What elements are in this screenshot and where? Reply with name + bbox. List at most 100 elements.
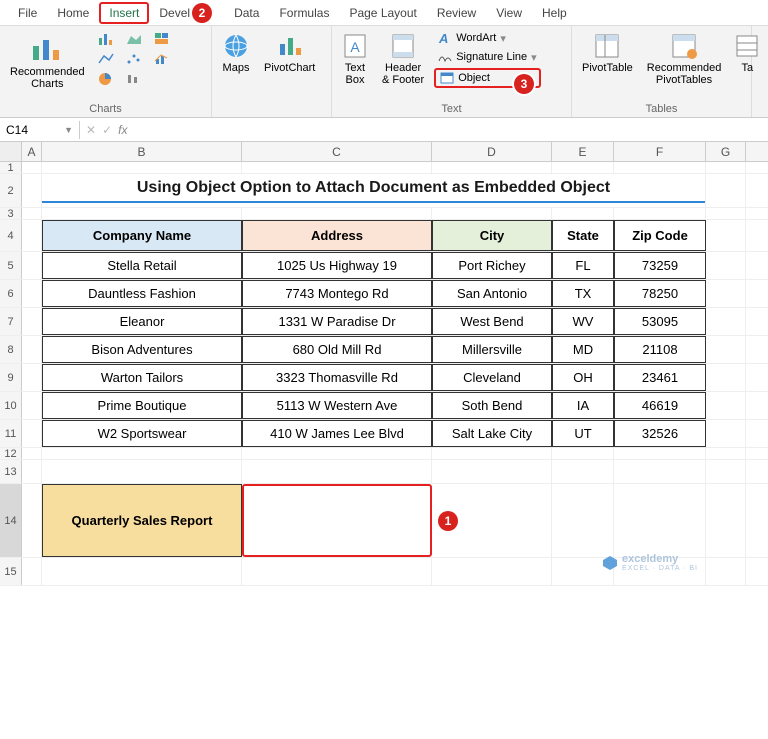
table-cell[interactable]: 680 Old Mill Rd <box>242 336 432 363</box>
row-header[interactable]: 2 <box>0 174 22 207</box>
row-header[interactable]: 3 <box>0 208 22 219</box>
table-cell[interactable]: 5113 W Western Ave <box>242 392 432 419</box>
th-address[interactable]: Address <box>242 220 432 251</box>
tab-help[interactable]: Help <box>532 2 577 24</box>
chart-pie-icon[interactable] <box>95 70 117 88</box>
col-F[interactable]: F <box>614 142 706 161</box>
row-header[interactable]: 10 <box>0 392 22 419</box>
tab-developer[interactable]: Developer <box>149 2 224 24</box>
table-cell[interactable]: Eleanor <box>42 308 242 335</box>
maps-button[interactable]: Maps <box>218 30 254 76</box>
table-cell[interactable]: Cleveland <box>432 364 552 391</box>
row-header[interactable]: 12 <box>0 448 22 459</box>
report-label-cell[interactable]: Quarterly Sales Report <box>42 484 242 557</box>
table-cell[interactable]: Millersville <box>432 336 552 363</box>
table-button[interactable]: Ta <box>731 30 763 76</box>
signature-line-button[interactable]: Signature Line▾ <box>434 49 540 65</box>
wordart-button[interactable]: A WordArt▾ <box>434 30 540 46</box>
th-company[interactable]: Company Name <box>42 220 242 251</box>
table-cell[interactable]: 46619 <box>614 392 706 419</box>
table-cell[interactable]: Port Richey <box>432 252 552 279</box>
row-header[interactable]: 9 <box>0 364 22 391</box>
row-header[interactable]: 5 <box>0 252 22 279</box>
name-box[interactable]: C14▼ <box>0 121 80 139</box>
table-cell[interactable]: UT <box>552 420 614 447</box>
chart-scatter-icon[interactable] <box>123 50 145 68</box>
col-A[interactable]: A <box>22 142 42 161</box>
table-cell[interactable]: Dauntless Fashion <box>42 280 242 307</box>
group-tours: Maps PivotChart <box>212 26 332 117</box>
select-all-corner[interactable] <box>0 142 22 161</box>
chart-bar-icon[interactable] <box>95 30 117 48</box>
row-header[interactable]: 11 <box>0 420 22 447</box>
textbox-button[interactable]: A Text Box <box>338 30 372 88</box>
table-cell[interactable]: TX <box>552 280 614 307</box>
embed-target-cell[interactable] <box>242 484 432 557</box>
table-cell[interactable]: 53095 <box>614 308 706 335</box>
tab-data[interactable]: Data <box>224 2 269 24</box>
table-cell[interactable]: 1025 Us Highway 19 <box>242 252 432 279</box>
row-header[interactable]: 13 <box>0 460 22 483</box>
col-E[interactable]: E <box>552 142 614 161</box>
row-header[interactable]: 6 <box>0 280 22 307</box>
table-cell[interactable]: 21108 <box>614 336 706 363</box>
table-cell[interactable]: MD <box>552 336 614 363</box>
table-cell[interactable]: Warton Tailors <box>42 364 242 391</box>
tab-formulas[interactable]: Formulas <box>269 2 339 24</box>
table-cell[interactable]: San Antonio <box>432 280 552 307</box>
chart-line-icon[interactable] <box>95 50 117 68</box>
th-state[interactable]: State <box>552 220 614 251</box>
th-city[interactable]: City <box>432 220 552 251</box>
table-cell[interactable]: 7743 Montego Rd <box>242 280 432 307</box>
chart-stock-icon[interactable] <box>123 70 145 88</box>
table-cell[interactable]: Stella Retail <box>42 252 242 279</box>
table-cell[interactable]: 78250 <box>614 280 706 307</box>
pivottable-button[interactable]: PivotTable <box>578 30 637 76</box>
row-header[interactable]: 7 <box>0 308 22 335</box>
row-header[interactable]: 14 <box>0 484 22 557</box>
recommended-pivots-button[interactable]: Recommended PivotTables <box>643 30 726 88</box>
table-cell[interactable]: 32526 <box>614 420 706 447</box>
th-zip[interactable]: Zip Code <box>614 220 706 251</box>
chart-hier-icon[interactable] <box>151 30 173 48</box>
fx-icon[interactable]: fx <box>118 123 127 137</box>
headerfooter-button[interactable]: Header & Footer <box>378 30 428 88</box>
table-cell[interactable]: OH <box>552 364 614 391</box>
enter-icon[interactable]: ✓ <box>102 123 112 137</box>
col-D[interactable]: D <box>432 142 552 161</box>
col-B[interactable]: B <box>42 142 242 161</box>
table-cell[interactable]: Prime Boutique <box>42 392 242 419</box>
col-C[interactable]: C <box>242 142 432 161</box>
tab-pagelayout[interactable]: Page Layout <box>339 2 426 24</box>
globe-icon <box>222 32 250 60</box>
table-cell[interactable]: Bison Adventures <box>42 336 242 363</box>
tab-insert[interactable]: Insert <box>99 2 149 24</box>
table-cell[interactable]: 1331 W Paradise Dr <box>242 308 432 335</box>
formula-bar: C14▼ ✕ ✓ fx <box>0 118 768 142</box>
table-cell[interactable]: IA <box>552 392 614 419</box>
row-header[interactable]: 8 <box>0 336 22 363</box>
recommended-charts-button[interactable]: Recommended Charts <box>6 30 89 92</box>
table-cell[interactable]: FL <box>552 252 614 279</box>
table-cell[interactable]: 3323 Thomasville Rd <box>242 364 432 391</box>
pivotchart-button[interactable]: PivotChart <box>260 30 319 76</box>
table-cell[interactable]: 410 W James Lee Blvd <box>242 420 432 447</box>
tab-review[interactable]: Review <box>427 2 486 24</box>
table-cell[interactable]: Salt Lake City <box>432 420 552 447</box>
table-cell[interactable]: 73259 <box>614 252 706 279</box>
row-header[interactable]: 15 <box>0 558 22 585</box>
col-G[interactable]: G <box>706 142 746 161</box>
tab-home[interactable]: Home <box>47 2 99 24</box>
table-cell[interactable]: WV <box>552 308 614 335</box>
tab-view[interactable]: View <box>486 2 532 24</box>
row-header[interactable]: 1 <box>0 162 22 173</box>
table-cell[interactable]: Soth Bend <box>432 392 552 419</box>
table-cell[interactable]: West Bend <box>432 308 552 335</box>
cancel-icon[interactable]: ✕ <box>86 123 96 137</box>
tab-file[interactable]: File <box>8 2 47 24</box>
table-cell[interactable]: 23461 <box>614 364 706 391</box>
chart-area-icon[interactable] <box>123 30 145 48</box>
table-cell[interactable]: W2 Sportswear <box>42 420 242 447</box>
chart-combo-icon[interactable] <box>151 50 173 68</box>
row-header[interactable]: 4 <box>0 220 22 251</box>
